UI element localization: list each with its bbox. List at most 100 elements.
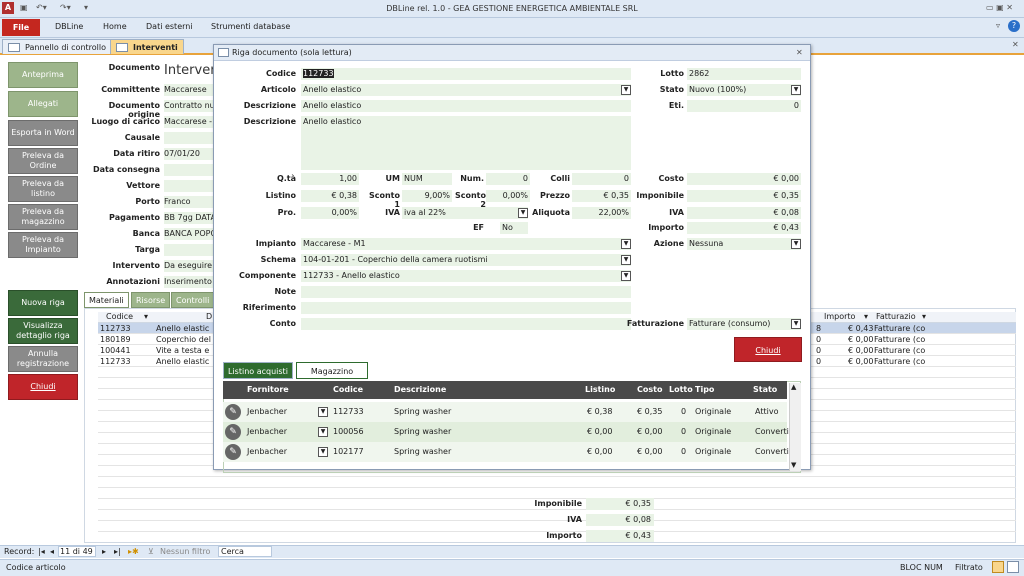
codice-field[interactable]: 112733: [301, 68, 631, 80]
colli-field[interactable]: 0: [572, 173, 631, 185]
table-row[interactable]: ✎ ▼ Jenbacher 112733 Spring washer € 0,38 € 0,…: [223, 402, 787, 422]
preleva-ordine-button[interactable]: Preleva da Ordine: [8, 148, 78, 174]
col-importo-header[interactable]: Importo: [824, 312, 855, 321]
table-scrollbar[interactable]: ▲ ▼: [789, 383, 801, 471]
tab-risorse[interactable]: Risorse: [131, 292, 171, 308]
form-field[interactable]: Da eseguire: [164, 260, 214, 272]
prezzo-field[interactable]: € 0,35: [572, 190, 631, 202]
ribbon-tab-strumenti-database[interactable]: Strumenti database: [211, 22, 290, 31]
filter-icon[interactable]: ⊻: [148, 547, 154, 556]
articolo-dropdown-icon[interactable]: ▼: [621, 85, 631, 95]
scroll-up-icon[interactable]: ▲: [791, 383, 796, 391]
tab-pannello-di-controllo[interactable]: Pannello di controllo: [2, 39, 113, 54]
um-field[interactable]: NUM: [402, 173, 452, 185]
importo-field[interactable]: € 0,43: [687, 222, 801, 234]
form-field[interactable]: [164, 244, 214, 256]
ef-field[interactable]: No: [500, 222, 528, 234]
sort-arrow-icon[interactable]: ▾: [922, 312, 926, 321]
tab-materiali[interactable]: Materiali: [84, 292, 129, 308]
sort-arrow-icon[interactable]: ▾: [144, 312, 148, 321]
table-row[interactable]: ✎ ▼ Jenbacher 100056 Spring washer € 0,00 € 0,…: [223, 422, 789, 442]
azione-combo[interactable]: Nessuna: [687, 238, 801, 250]
new-record-icon[interactable]: ▸✱: [128, 547, 139, 556]
table-row[interactable]: ✎ ▼ Jenbacher 102177 Spring washer € 0,00 € 0,…: [223, 442, 789, 462]
impianto-combo[interactable]: Maccarese - M1: [301, 238, 631, 250]
form-field[interactable]: Franco: [164, 196, 214, 208]
componente-dropdown-icon[interactable]: ▼: [621, 271, 631, 281]
tab-interventi[interactable]: Interventi: [110, 39, 184, 54]
form-field[interactable]: 07/01/20: [164, 148, 214, 160]
tab-magazzino[interactable]: Magazzino: [296, 362, 368, 379]
listino-field[interactable]: € 0,38: [301, 190, 359, 202]
form-field[interactable]: [164, 180, 214, 192]
codice-dropdown-icon[interactable]: ▼: [318, 447, 328, 457]
num-field[interactable]: 0: [486, 173, 530, 185]
conto-field[interactable]: [301, 318, 631, 330]
prev-record-icon[interactable]: ◂: [50, 547, 54, 556]
dialog-close-icon[interactable]: ✕: [796, 45, 803, 61]
fatturazione-dropdown-icon[interactable]: ▼: [791, 319, 801, 329]
preleva-impianto-button[interactable]: Preleva da Impianto: [8, 232, 78, 258]
costo-field[interactable]: € 0,00: [687, 173, 801, 185]
preleva-magazzino-button[interactable]: Preleva da magazzino: [8, 204, 78, 230]
pro-field[interactable]: 0,00%: [301, 207, 359, 219]
sconto2-field[interactable]: 0,00%: [486, 190, 530, 202]
allegati-button[interactable]: Allegati: [8, 91, 78, 117]
dialog-chiudi-button[interactable]: Chiudi: [734, 337, 802, 362]
preleva-listino-button[interactable]: Preleva da listino: [8, 176, 78, 202]
first-record-icon[interactable]: |◂: [38, 547, 45, 556]
edit-pencil-icon[interactable]: ✎: [225, 424, 241, 440]
form-field[interactable]: BB 7gg DATA: [164, 212, 214, 224]
edit-pencil-icon[interactable]: ✎: [225, 404, 241, 420]
sconto1-field[interactable]: 9,00%: [402, 190, 452, 202]
codice-dropdown-icon[interactable]: ▼: [318, 407, 328, 417]
form-field[interactable]: [164, 132, 214, 144]
stato-combo[interactable]: Nuovo (100%): [687, 84, 801, 96]
form-view-icon[interactable]: [992, 561, 1004, 573]
sort-arrow-icon[interactable]: ▾: [864, 312, 868, 321]
col-fatturazione-header[interactable]: Fatturazio: [876, 312, 916, 321]
azione-dropdown-icon[interactable]: ▼: [791, 239, 801, 249]
note-field[interactable]: [301, 286, 631, 298]
schema-combo[interactable]: 104-01-201 - Coperchio della camera ruot…: [301, 254, 631, 266]
imponibile-field[interactable]: € 0,35: [687, 190, 801, 202]
design-view-icon[interactable]: [1007, 561, 1019, 573]
aliquota-field[interactable]: 22,00%: [572, 207, 631, 219]
tab-controlli[interactable]: Controlli: [171, 292, 215, 308]
ribbon-tab-home[interactable]: Home: [103, 22, 127, 31]
qta-field[interactable]: 1,00: [301, 173, 359, 185]
col-codice-header[interactable]: Codice: [106, 312, 133, 321]
record-position-input[interactable]: 11 di 49: [58, 546, 96, 557]
form-field[interactable]: [164, 164, 214, 176]
ribbon-tab-dbline[interactable]: DBLine: [55, 22, 83, 31]
impianto-dropdown-icon[interactable]: ▼: [621, 239, 631, 249]
articolo-combo[interactable]: Anello elastico: [301, 84, 631, 96]
descrizione2-textarea[interactable]: Anello elastico: [301, 116, 631, 170]
anteprima-button[interactable]: Anteprima: [8, 62, 78, 88]
tab-listino-acquisti[interactable]: Listino acquisti: [223, 362, 293, 379]
last-record-icon[interactable]: ▸|: [114, 547, 121, 556]
search-input[interactable]: Cerca: [218, 546, 272, 557]
lotto-field[interactable]: 2862: [687, 68, 801, 80]
annulla-registrazione-button[interactable]: Annulla registrazione: [8, 346, 78, 372]
eti-field[interactable]: 0: [687, 100, 801, 112]
stato-dropdown-icon[interactable]: ▼: [791, 85, 801, 95]
iva-combo[interactable]: iva al 22%: [402, 207, 528, 219]
window-controls[interactable]: ▭ ▣ ✕: [986, 3, 1013, 12]
fatturazione-combo[interactable]: Fatturare (consumo): [687, 318, 801, 330]
ribbon-collapse-icon[interactable]: ▿: [996, 21, 1000, 30]
form-field[interactable]: Maccarese -: [164, 116, 214, 128]
esporta-word-button[interactable]: Esporta in Word: [8, 120, 78, 146]
form-field[interactable]: Maccarese: [164, 84, 214, 96]
close-document-icon[interactable]: ✕: [1012, 40, 1019, 49]
nuova-riga-button[interactable]: Nuova riga: [8, 290, 78, 316]
visualizza-dettaglio-riga-button[interactable]: Visualizza dettaglio riga: [8, 318, 78, 344]
codice-dropdown-icon[interactable]: ▼: [318, 427, 328, 437]
iva2-field[interactable]: € 0,08: [687, 207, 801, 219]
edit-pencil-icon[interactable]: ✎: [225, 444, 241, 460]
form-field[interactable]: Inserimento: [164, 276, 214, 288]
help-icon[interactable]: ?: [1008, 20, 1020, 32]
descrizione-field[interactable]: Anello elastico: [301, 100, 631, 112]
ribbon-tab-dati-esterni[interactable]: Dati esterni: [146, 22, 193, 31]
form-field[interactable]: Contratto nu: [164, 100, 214, 112]
